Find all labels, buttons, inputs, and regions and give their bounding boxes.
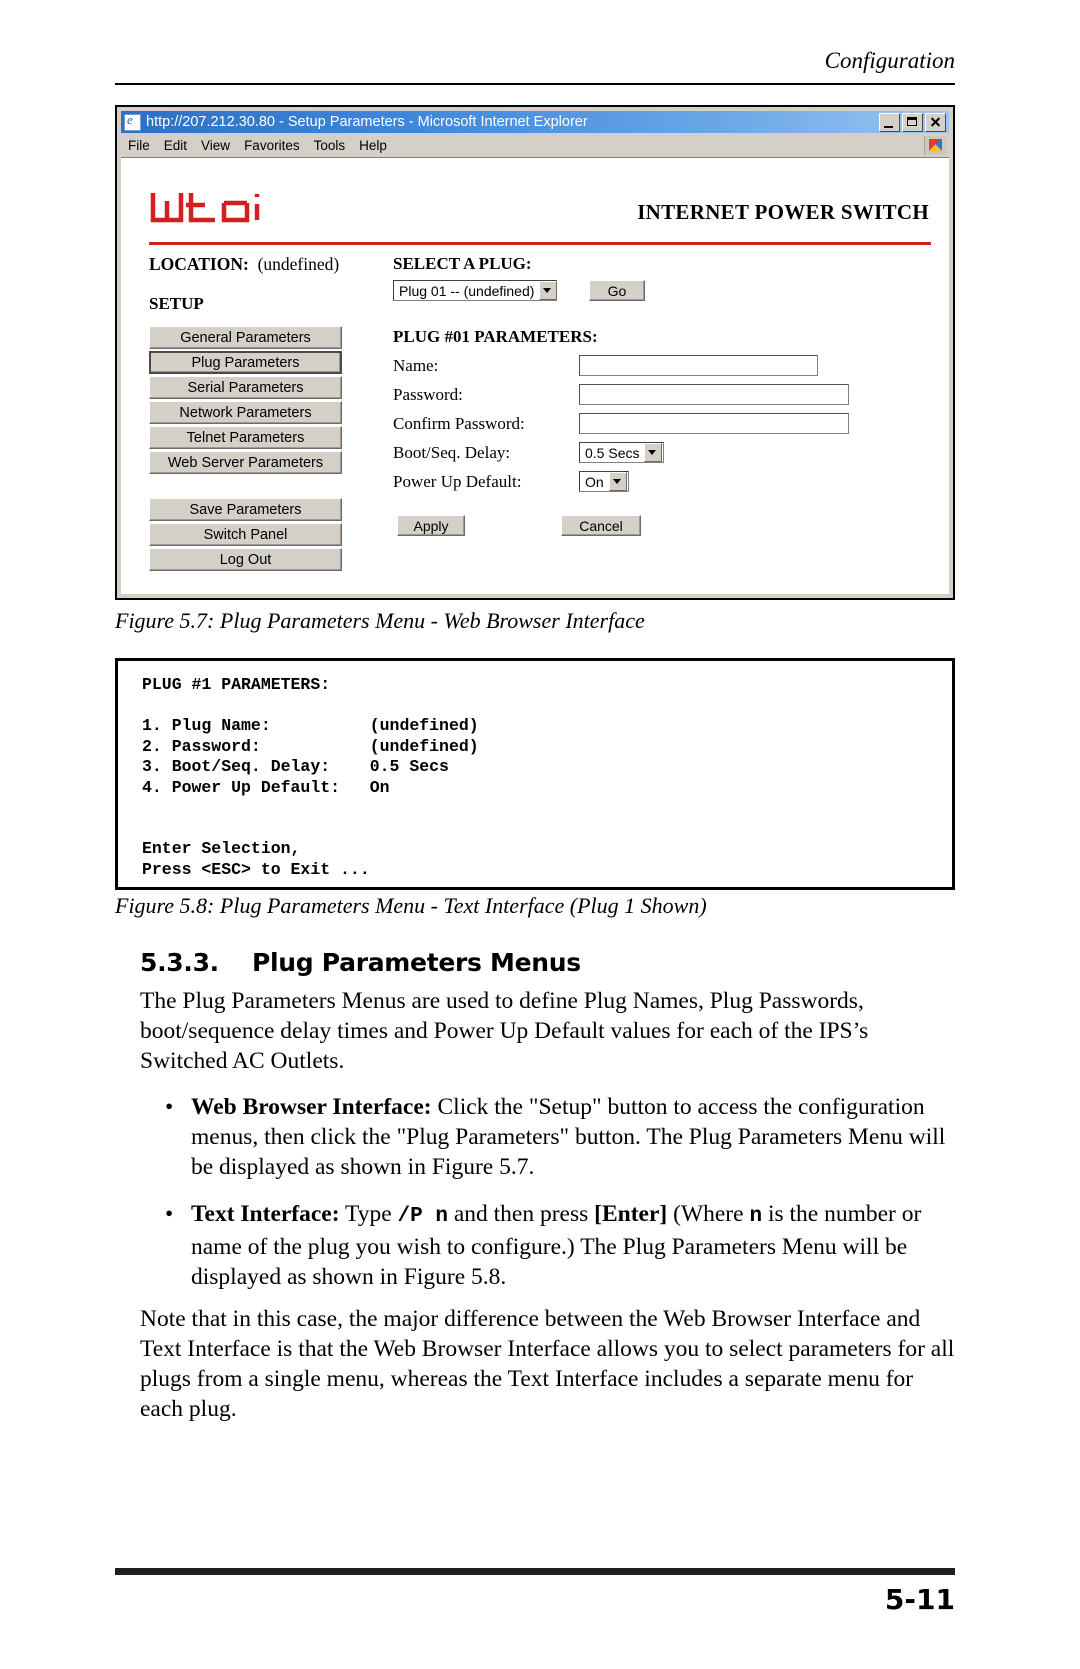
field-label-boot-seq-delay: Boot/Seq. Delay: (393, 442, 511, 462)
browser-window-screenshot: http://207.212.30.80 - Setup Parameters … (115, 105, 955, 600)
variable-n-code: n (749, 1205, 763, 1228)
select-a-plug-label: SELECT A PLUG: (393, 254, 532, 273)
bullet-marker: • (165, 1201, 174, 1227)
enter-key-label: [Enter] (594, 1201, 668, 1227)
setup-nav-group-primary: General Parameters Plug Parameters Seria… (149, 326, 342, 476)
header-red-rule (149, 242, 931, 245)
running-head-rule (115, 83, 955, 85)
section-bullet-list: • Web Browser Interface: Click the "Setu… (165, 1092, 955, 1309)
bullet-marker: • (165, 1094, 174, 1120)
field-row-password: Password: (393, 384, 939, 405)
ie-brand-logo-icon (924, 135, 947, 155)
bullet-lead: Web Browser Interface: (191, 1094, 432, 1120)
field-label-name: Name: (393, 355, 439, 375)
page-number: 5-11 (884, 1583, 955, 1616)
menu-item-view[interactable]: View (194, 138, 237, 153)
boot-seq-delay-select[interactable]: 0.5 Secs (579, 442, 665, 463)
nav-button-serial-parameters[interactable]: Serial Parameters (149, 376, 342, 399)
nav-button-telnet-parameters[interactable]: Telnet Parameters (149, 426, 342, 449)
browser-title-text: http://207.212.30.80 - Setup Parameters … (146, 114, 588, 130)
text-interface-content: PLUG #1 PARAMETERS: 1. Plug Name: (undef… (142, 675, 479, 879)
go-button[interactable]: Go (589, 280, 645, 301)
section-intro-block: The Plug Parameters Menus are used to de… (140, 986, 955, 1094)
window-controls (879, 112, 946, 132)
web-page-content: INTERNET POWER SWITCH LOCATION: (undefin… (121, 157, 949, 594)
figure-58-caption: Figure 5.8: Plug Parameters Menu - Text … (115, 893, 707, 918)
menu-item-file[interactable]: File (121, 138, 157, 153)
field-label-power-up-default: Power Up Default: (393, 471, 522, 491)
plug-select-value: Plug 01 -- (undefined) (399, 282, 535, 299)
field-row-boot-seq-delay: Boot/Seq. Delay: 0.5 Secs (393, 442, 939, 463)
plug-select-dropdown[interactable]: Plug 01 -- (undefined) (393, 280, 558, 301)
nav-button-log-out[interactable]: Log Out (149, 548, 342, 571)
ie-document-icon (124, 112, 141, 131)
menu-item-help[interactable]: Help (352, 138, 394, 153)
cancel-button[interactable]: Cancel (561, 515, 641, 536)
field-label-password: Password: (393, 384, 463, 404)
section-title: Plug Parameters Menus (252, 948, 581, 977)
power-up-default-value: On (585, 473, 604, 490)
maximize-button[interactable] (902, 112, 923, 132)
field-row-name: Name: (393, 355, 939, 376)
command-code: /P n (397, 1205, 448, 1228)
nav-button-network-parameters[interactable]: Network Parameters (149, 401, 342, 424)
wti-logo-icon (150, 193, 260, 223)
menu-item-edit[interactable]: Edit (157, 138, 194, 153)
name-input[interactable] (579, 355, 818, 376)
page-header-title: INTERNET POWER SWITCH (637, 200, 929, 224)
bullet-body-2: and then press (447, 1201, 595, 1227)
menu-item-tools[interactable]: Tools (307, 138, 353, 153)
section-number: 5.3.3. (140, 948, 219, 977)
setup-heading: SETUP (149, 294, 204, 313)
bullet-text: Web Browser Interface: Click the "Setup"… (191, 1092, 955, 1182)
section-note-block: Note that in this case, the major differ… (140, 1304, 955, 1442)
bullet-lead: Text Interface: (191, 1201, 340, 1227)
bullet-text: Text Interface: Type /P n and then press… (191, 1199, 955, 1292)
section-note-paragraph: Note that in this case, the major differ… (140, 1306, 955, 1422)
location-value: (undefined) (257, 254, 340, 274)
nav-button-save-parameters[interactable]: Save Parameters (149, 498, 342, 521)
bullet-body-1: Type (339, 1201, 398, 1227)
confirm-password-input[interactable] (579, 413, 849, 434)
password-input[interactable] (579, 384, 849, 405)
close-button[interactable] (925, 112, 946, 132)
browser-title-bar: http://207.212.30.80 - Setup Parameters … (121, 111, 949, 133)
field-label-confirm-password: Confirm Password: (393, 413, 525, 433)
location-line: LOCATION: (undefined) (149, 254, 339, 275)
location-label: LOCATION: (149, 254, 249, 274)
section-heading: 5.3.3. Plug Parameters Menus (140, 948, 581, 977)
footer-rule (115, 1568, 955, 1575)
bullet-web-browser-interface: • Web Browser Interface: Click the "Setu… (165, 1092, 955, 1182)
manual-page: Configuration http://207.212.30.80 - Set… (0, 0, 1080, 1669)
bullet-body-3: (Where (667, 1201, 750, 1227)
boot-seq-delay-value: 0.5 Secs (585, 444, 640, 461)
field-row-confirm-password: Confirm Password: (393, 413, 939, 434)
field-row-power-up-default: Power Up Default: On (393, 471, 939, 492)
power-up-default-select[interactable]: On (579, 471, 629, 492)
running-head: Configuration (824, 48, 955, 73)
bullet-text-interface: • Text Interface: Type /P n and then pre… (165, 1199, 955, 1292)
nav-button-general-parameters[interactable]: General Parameters (149, 326, 342, 349)
nav-button-plug-parameters[interactable]: Plug Parameters (149, 351, 342, 374)
plug-parameters-form: SELECT A PLUG: Plug 01 -- (undefined) Go… (393, 254, 939, 536)
section-intro-paragraph: The Plug Parameters Menus are used to de… (140, 988, 869, 1074)
form-action-row: Apply Cancel (393, 515, 939, 536)
plug-parameters-heading: PLUG #01 PARAMETERS: (393, 327, 598, 346)
menu-item-favorites[interactable]: Favorites (237, 138, 307, 153)
chevron-down-icon[interactable] (644, 443, 663, 462)
nav-button-web-server-parameters[interactable]: Web Server Parameters (149, 451, 342, 474)
browser-menu-bar: File Edit View Favorites Tools Help (121, 134, 949, 156)
text-interface-screenshot: PLUG #1 PARAMETERS: 1. Plug Name: (undef… (115, 658, 955, 890)
figure-57-caption: Figure 5.7: Plug Parameters Menu - Web B… (115, 608, 645, 633)
nav-button-switch-panel[interactable]: Switch Panel (149, 523, 342, 546)
minimize-button[interactable] (879, 112, 900, 132)
setup-nav-group-secondary: Save Parameters Switch Panel Log Out (149, 498, 342, 573)
chevron-down-icon[interactable] (539, 281, 558, 300)
apply-button[interactable]: Apply (397, 515, 465, 536)
select-plug-row: Plug 01 -- (undefined) Go (393, 280, 939, 301)
chevron-down-icon[interactable] (608, 472, 627, 491)
